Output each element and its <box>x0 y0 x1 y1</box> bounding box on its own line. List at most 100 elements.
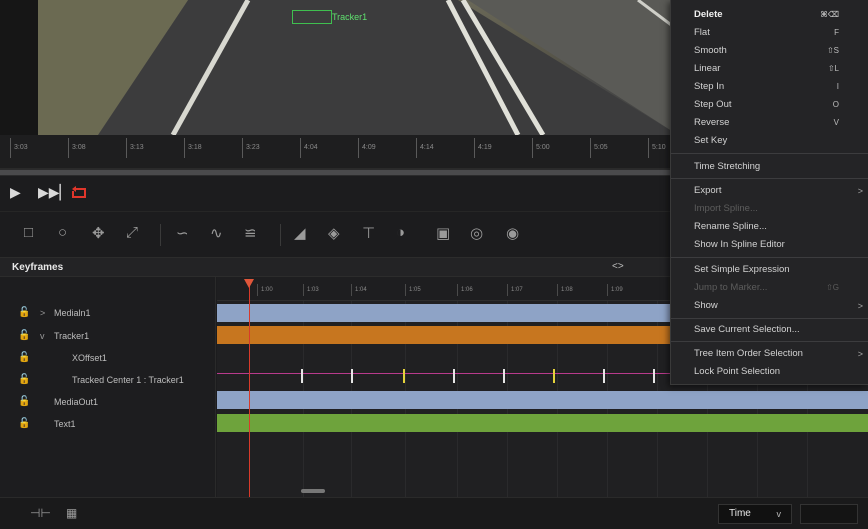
lock-icon[interactable]: 🔓 <box>18 392 30 412</box>
menu-item-smooth[interactable]: Smooth ⇧S <box>671 42 868 60</box>
lock-icon[interactable]: 🔓 <box>18 370 30 390</box>
menu-item-label: Set Simple Expression <box>694 264 790 275</box>
curve-linear-icon[interactable]: ∿ <box>210 224 223 242</box>
chevron-right-icon: > <box>857 186 863 196</box>
menu-item-step-in[interactable]: Step In I <box>671 78 868 96</box>
track-bar-mediaout1[interactable] <box>217 391 868 409</box>
menu-item-export[interactable]: Export > <box>671 182 868 200</box>
menu-item-set-key[interactable]: Set Key <box>671 132 868 150</box>
menu-item-reverse[interactable]: Reverse V <box>671 114 868 132</box>
lock-icon[interactable]: 🔓 <box>18 348 30 368</box>
chevron-right-icon: > <box>857 349 863 359</box>
menu-item-label: Export <box>694 185 722 196</box>
flip-icon[interactable]: ◢ <box>294 224 306 242</box>
keyframe-marker[interactable] <box>653 369 655 383</box>
select-rect-icon[interactable]: □ <box>24 224 33 241</box>
curve-smooth-icon[interactable]: ∽ <box>176 224 189 242</box>
ruler-tick: 3:08 <box>68 138 86 158</box>
menu-item-step-out[interactable]: Step Out O <box>671 96 868 114</box>
track-row[interactable]: 🔓 Text1 <box>0 414 216 434</box>
track-row[interactable]: 🔓 MediaOut1 <box>0 392 216 412</box>
menu-item-show-in-spline-editor[interactable]: Show In Spline Editor <box>671 236 868 254</box>
menu-item-delete[interactable]: Delete ⌘⌫ <box>671 6 868 24</box>
menu-item-tree-item-order-selection[interactable]: Tree Item Order Selection > <box>671 345 868 363</box>
ease-icon[interactable]: ◈ <box>328 224 340 242</box>
timeline-tick: 1:09 <box>607 284 623 296</box>
menu-item-set-simple-expression[interactable]: Set Simple Expression <box>671 261 868 279</box>
loop-keys-icon[interactable]: ◎ <box>470 224 483 242</box>
ruler-tick: 3:13 <box>126 138 144 158</box>
viewer-frame[interactable]: Tracker1 <box>38 0 678 135</box>
track-name: XOffset1 <box>72 353 107 363</box>
tracker-box[interactable] <box>292 10 332 24</box>
menu-item-shortcut: F <box>834 28 839 37</box>
keyframe-marker[interactable] <box>453 369 455 383</box>
keyframe-marker[interactable] <box>403 369 405 383</box>
fit-icon[interactable]: ⊣⊢ <box>30 506 51 520</box>
ruler-tick: 3:03 <box>10 138 28 158</box>
toolbar-divider <box>160 224 161 246</box>
chevron-down-icon[interactable]: v <box>40 326 45 346</box>
ruler-tick: 5:05 <box>590 138 608 158</box>
menu-item-label: Save Current Selection... <box>694 324 800 335</box>
chevron-right-icon[interactable]: > <box>40 303 45 323</box>
nav-arrows-icon[interactable]: <> <box>612 261 624 272</box>
time-input[interactable] <box>800 504 858 524</box>
track-row[interactable]: 🔓 v Tracker1 <box>0 326 216 346</box>
horizontal-scrollbar[interactable] <box>301 489 325 493</box>
menu-item-lock-point-selection[interactable]: Lock Point Selection <box>671 363 868 381</box>
ruler-tick: 4:04 <box>300 138 318 158</box>
reverse-icon[interactable]: ▣ <box>436 224 450 242</box>
track-row[interactable]: 🔓 > Medialn1 <box>0 303 216 323</box>
menu-item-flat[interactable]: Flat F <box>671 24 868 42</box>
time-select[interactable]: Time v <box>718 504 792 524</box>
keyframe-marker[interactable] <box>603 369 605 383</box>
time-select-value: Time <box>729 508 751 519</box>
track-name: Text1 <box>54 419 76 429</box>
menu-item-shortcut: ⇧L <box>827 64 839 73</box>
lock-icon[interactable]: 🔓 <box>18 326 30 346</box>
loop-icon[interactable] <box>70 186 88 200</box>
track-bar-text1[interactable] <box>217 414 868 432</box>
menu-separator <box>671 257 868 258</box>
menu-item-label: Step Out <box>694 99 732 110</box>
menu-item-save-current-selection[interactable]: Save Current Selection... <box>671 321 868 339</box>
keyframe-marker[interactable] <box>301 369 303 383</box>
keyframes-title: Keyframes <box>12 262 64 273</box>
menu-item-label: Show <box>694 300 718 311</box>
menu-item-label: Lock Point Selection <box>694 366 781 377</box>
menu-item-time-stretching[interactable]: Time Stretching <box>671 158 868 176</box>
menu-separator <box>671 178 868 179</box>
menu-item-jump-to-marker[interactable]: Jump to Marker... ⇧G <box>671 279 868 297</box>
move-icon[interactable]: ✥ <box>92 224 105 242</box>
menu-item-show[interactable]: Show > <box>671 297 868 315</box>
play-icon[interactable]: ▶ <box>10 184 21 201</box>
keyframe-marker[interactable] <box>351 369 353 383</box>
select-circle-icon[interactable]: ○ <box>58 224 67 241</box>
menu-item-import-spline[interactable]: Import Spline... <box>671 200 868 218</box>
playhead-line[interactable] <box>249 281 250 497</box>
menu-separator <box>671 318 868 319</box>
menu-item-linear[interactable]: Linear ⇧L <box>671 60 868 78</box>
ruler-tick: 3:23 <box>242 138 260 158</box>
skip-next-icon[interactable]: ▶▶▏ <box>38 184 70 201</box>
toolbar-divider <box>280 224 281 246</box>
lock-icon[interactable]: 🔓 <box>18 414 30 434</box>
curve-step-icon[interactable]: ≌ <box>244 224 257 242</box>
track-row[interactable]: 🔓 XOffset1 <box>0 348 216 368</box>
playhead-handle[interactable] <box>244 279 254 288</box>
track-row[interactable]: 🔓 Tracked Center 1 : Tracker1 <box>0 370 216 390</box>
keyframe-marker[interactable] <box>503 369 505 383</box>
stretch-icon[interactable]: ◑ <box>396 224 405 241</box>
lock-icon[interactable]: 🔓 <box>18 303 30 323</box>
ruler-tick: 3:18 <box>184 138 202 158</box>
grid-icon[interactable]: ▦ <box>66 506 77 520</box>
menu-item-label: Delete <box>694 9 723 20</box>
camera-icon[interactable]: ◉ <box>506 224 519 242</box>
scale-icon[interactable]: ⤢ <box>126 224 138 241</box>
text-icon[interactable]: ⊤ <box>362 224 375 242</box>
menu-item-rename-spline[interactable]: Rename Spline... <box>671 218 868 236</box>
track-name: Tracker1 <box>54 331 90 341</box>
keyframe-marker[interactable] <box>553 369 555 383</box>
ruler-tick: 4:09 <box>358 138 376 158</box>
